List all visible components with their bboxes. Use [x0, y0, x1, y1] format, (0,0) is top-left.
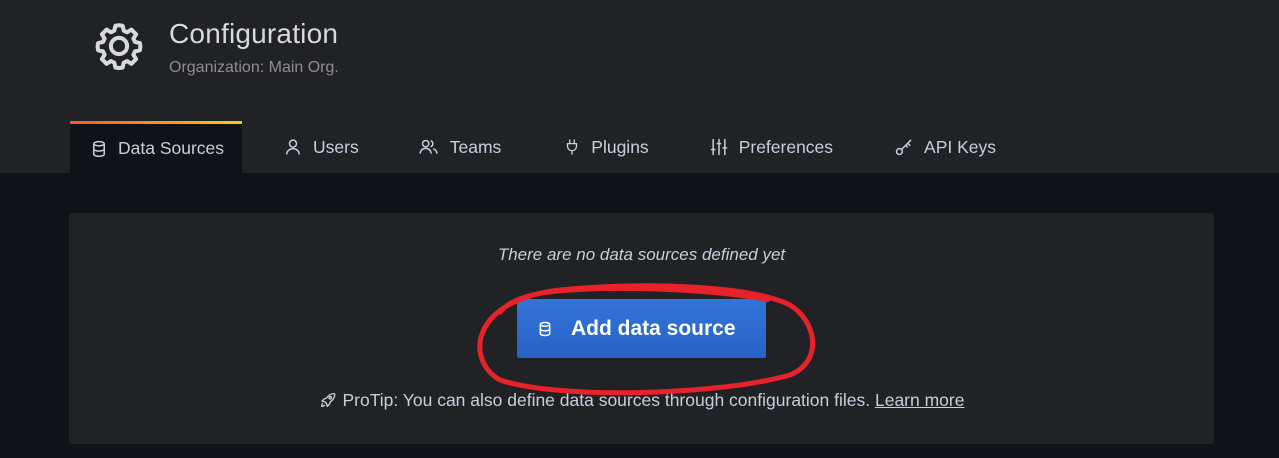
sliders-icon	[709, 137, 729, 157]
database-icon	[537, 320, 553, 338]
tab-teams[interactable]: Teams	[418, 121, 502, 173]
tab-plugins[interactable]: Plugins	[563, 121, 649, 173]
tab-label: Teams	[449, 136, 502, 157]
add-data-source-label: Add data source	[571, 316, 736, 340]
tab-api-keys[interactable]: API Keys	[894, 121, 996, 173]
tab-bar: Data Sources Users Teams Plugins Prefere…	[70, 121, 996, 173]
plug-icon	[563, 137, 581, 157]
tab-preferences[interactable]: Preferences	[709, 121, 833, 173]
key-icon	[894, 137, 914, 157]
tab-label: Users	[313, 136, 359, 157]
protip-text: ProTip: You can also define data sources…	[342, 390, 871, 410]
empty-state-panel: There are no data sources defined yet Ad…	[69, 213, 1214, 444]
empty-state-message: There are no data sources defined yet	[497, 245, 786, 264]
user-icon	[283, 137, 303, 157]
users-icon	[418, 137, 440, 157]
protip: ProTip: You can also define data sources…	[69, 390, 1214, 414]
database-icon	[90, 140, 108, 158]
page-subtitle: Organization: Main Org.	[169, 59, 339, 76]
tab-data-sources[interactable]: Data Sources	[70, 121, 243, 173]
tab-label: Plugins	[591, 136, 649, 157]
tab-label: API Keys	[924, 136, 997, 157]
tab-label: Data Sources	[118, 138, 225, 158]
tab-label: Preferences	[738, 136, 834, 157]
page-title: Configuration	[169, 18, 339, 49]
page-header: Configuration Organization: Main Org. Da…	[0, 0, 1279, 173]
tab-users[interactable]: Users	[283, 121, 359, 173]
learn-more-link[interactable]: Learn more	[875, 390, 965, 410]
gear-icon	[95, 23, 143, 71]
add-data-source-button[interactable]: Add data source	[517, 299, 766, 358]
rocket-icon	[319, 391, 337, 414]
